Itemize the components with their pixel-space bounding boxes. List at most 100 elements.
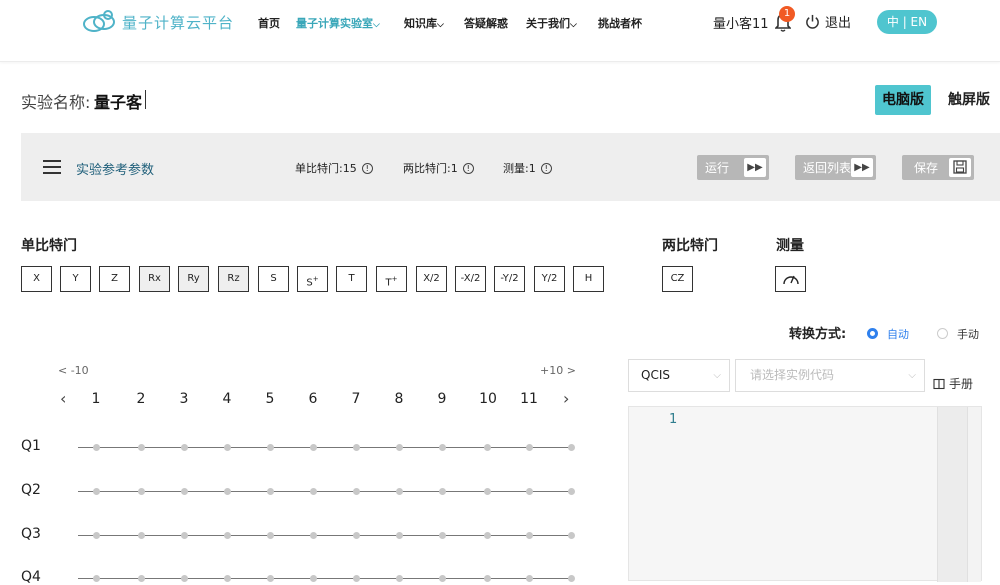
gate-slot[interactable] xyxy=(568,488,575,495)
gate-rx[interactable]: Rx xyxy=(139,266,170,292)
gate-slot[interactable] xyxy=(568,532,575,539)
gate-slot[interactable] xyxy=(526,532,533,539)
gate-slot[interactable] xyxy=(439,488,446,495)
gate-slot[interactable] xyxy=(224,444,231,451)
save-button[interactable]: 保存 xyxy=(902,155,974,180)
gate-slot[interactable] xyxy=(484,532,491,539)
logout-button[interactable]: 退出 xyxy=(805,12,851,31)
gate-slot[interactable] xyxy=(267,444,274,451)
prev-10-button[interactable]: < -10 xyxy=(58,364,89,377)
nav-about-us[interactable]: 关于我们⌵ xyxy=(526,15,577,31)
gate-h[interactable]: H xyxy=(573,266,604,292)
gate-z[interactable]: Z xyxy=(99,266,130,292)
experiment-name-input[interactable]: 量子客 xyxy=(94,89,142,113)
chevron-down-icon: ⌵ xyxy=(373,20,380,30)
gate-slot[interactable] xyxy=(93,488,100,495)
nav-qa[interactable]: 答疑解惑 xyxy=(464,15,508,31)
gate-s[interactable]: S xyxy=(258,266,289,292)
gate-slot[interactable] xyxy=(138,488,145,495)
gate-slot[interactable] xyxy=(181,532,188,539)
platform-logo[interactable]: 量子计算云平台 xyxy=(82,8,234,36)
qubit-wire xyxy=(78,491,574,492)
auto-radio-label[interactable]: 自动 xyxy=(887,326,909,342)
back-to-list-button[interactable]: 返回列表 ▶▶ xyxy=(795,155,876,180)
gate-slot[interactable] xyxy=(484,488,491,495)
language-toggle[interactable]: 中 | EN xyxy=(877,10,937,34)
nav-home[interactable]: 首页 xyxy=(258,15,280,31)
gate-neg-x-half[interactable]: -X/2 xyxy=(455,266,486,292)
gate-slot[interactable] xyxy=(353,532,360,539)
gate-slot[interactable] xyxy=(353,488,360,495)
params-title[interactable]: 实验参考参数 xyxy=(76,159,154,178)
menu-icon[interactable] xyxy=(43,160,61,174)
qubit-wire xyxy=(78,447,574,448)
gate-cz[interactable]: CZ xyxy=(662,266,693,292)
touch-view-button[interactable]: 触屏版 xyxy=(941,85,997,115)
gate-slot[interactable] xyxy=(181,444,188,451)
gate-neg-y-half[interactable]: -Y/2 xyxy=(494,266,525,292)
chevron-left-icon[interactable]: ‹ xyxy=(60,389,66,408)
gate-slot[interactable] xyxy=(93,444,100,451)
gate-slot[interactable] xyxy=(310,532,317,539)
gauge-icon xyxy=(782,275,799,285)
gate-slot[interactable] xyxy=(484,444,491,451)
gate-slot[interactable] xyxy=(138,532,145,539)
pc-view-button[interactable]: 电脑版 xyxy=(875,85,931,115)
column-number: 9 xyxy=(437,391,447,407)
column-number: 11 xyxy=(520,391,538,407)
nav-quantum-lab[interactable]: 量子计算实验室⌵ xyxy=(296,15,380,31)
gate-slot[interactable] xyxy=(439,444,446,451)
two-gate-count: 两比特门:1 ! xyxy=(403,160,474,176)
gate-t-dagger[interactable]: T+ xyxy=(376,266,407,292)
language-select[interactable]: QCIS ⌵ xyxy=(628,359,730,392)
gate-slot[interactable] xyxy=(310,488,317,495)
next-10-button[interactable]: +10 > xyxy=(540,364,576,377)
gate-slot[interactable] xyxy=(396,532,403,539)
manual-link[interactable]: 手册 xyxy=(933,375,973,392)
gate-slot[interactable] xyxy=(267,488,274,495)
nav-challenge-cup[interactable]: 挑战者杯 xyxy=(598,15,642,31)
example-code-select[interactable]: 请选择实例代码 ⌵ xyxy=(735,359,925,392)
gate-slot[interactable] xyxy=(396,444,403,451)
gate-slot[interactable] xyxy=(396,488,403,495)
gate-slot[interactable] xyxy=(526,488,533,495)
editor-scrollbar[interactable] xyxy=(967,407,981,582)
column-number: 4 xyxy=(222,391,232,407)
gate-slot[interactable] xyxy=(526,444,533,451)
gate-slot[interactable] xyxy=(224,532,231,539)
info-icon[interactable]: ! xyxy=(361,162,373,174)
gate-x[interactable]: X xyxy=(21,266,52,292)
manual-radio[interactable] xyxy=(937,328,948,339)
gate-measure[interactable] xyxy=(775,266,806,292)
save-icon xyxy=(949,158,971,177)
run-button[interactable]: 运行 ▶▶ xyxy=(697,155,769,180)
gate-y[interactable]: Y xyxy=(60,266,91,292)
gate-slot[interactable] xyxy=(439,532,446,539)
gate-x-half[interactable]: X/2 xyxy=(416,266,447,292)
nav-knowledge-base[interactable]: 知识库⌵ xyxy=(404,15,444,31)
auto-radio[interactable] xyxy=(867,328,878,339)
gate-s-dagger[interactable]: S+ xyxy=(297,266,328,292)
gate-t[interactable]: T xyxy=(336,266,367,292)
gate-slot[interactable] xyxy=(93,532,100,539)
gate-slot[interactable] xyxy=(267,532,274,539)
gate-slot[interactable] xyxy=(310,444,317,451)
chevron-right-icon[interactable]: › xyxy=(563,389,569,408)
fast-forward-icon: ▶▶ xyxy=(851,158,873,177)
gate-slot[interactable] xyxy=(224,488,231,495)
two-gate-title: 两比特门 xyxy=(662,238,718,254)
code-editor[interactable]: 1 xyxy=(628,406,982,582)
info-icon[interactable]: ! xyxy=(540,162,552,174)
gate-slot[interactable] xyxy=(138,444,145,451)
gate-slot[interactable] xyxy=(568,444,575,451)
top-header: 量子计算云平台 首页 量子计算实验室⌵ 知识库⌵ 答疑解惑 关于我们⌵ 挑战者杯… xyxy=(0,0,1000,62)
user-name[interactable]: 量小客11 xyxy=(713,13,769,32)
convert-mode-label: 转换方式: xyxy=(789,327,847,342)
gate-ry[interactable]: Ry xyxy=(178,266,209,292)
gate-slot[interactable] xyxy=(181,488,188,495)
gate-slot[interactable] xyxy=(353,444,360,451)
manual-radio-label[interactable]: 手动 xyxy=(957,326,979,342)
gate-rz[interactable]: Rz xyxy=(218,266,249,292)
info-icon[interactable]: ! xyxy=(462,162,474,174)
gate-y-half[interactable]: Y/2 xyxy=(534,266,565,292)
